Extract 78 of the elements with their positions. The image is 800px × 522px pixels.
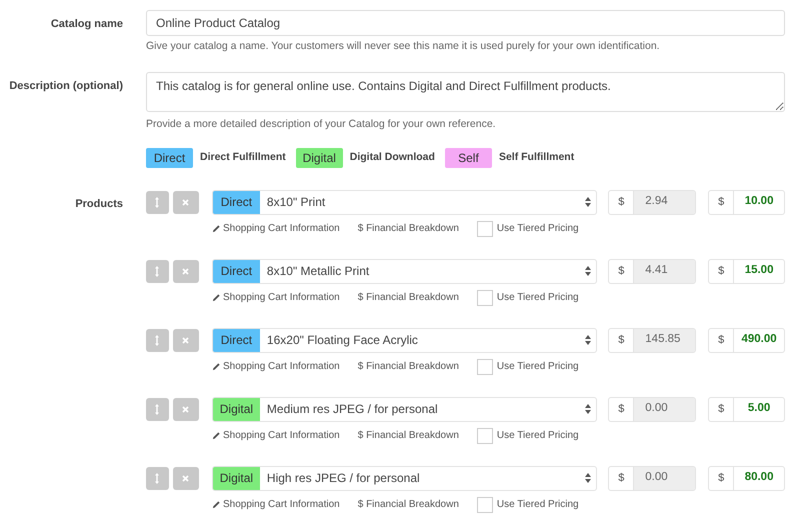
product-name: 8x10" Metallic Print [266,263,370,280]
help-text: Provide a more detailed description of your Catalog for your own reference. [146,116,497,132]
product-name: 8x10" Print [266,194,326,211]
field-label: Products [75,198,123,210]
vertical-arrows-icon [155,266,160,276]
vertical-arrows-icon [155,404,160,414]
close-icon [182,474,190,482]
catalog-name-field[interactable]: Online Product Catalog [146,10,785,36]
reorder-button[interactable] [146,398,169,420]
product-name: Medium res JPEG / for personal [266,401,439,418]
reorder-button[interactable] [146,260,169,282]
checkbox-label: Use Tiered Pricing [496,498,579,512]
fulfillment-tag: Direct [146,148,193,168]
remove-button[interactable] [172,328,199,352]
checkbox-label: Use Tiered Pricing [496,360,579,374]
field-label: Description (optional) [9,80,123,92]
select-arrows-icon [585,197,592,207]
checkbox-label: Use Tiered Pricing [496,291,579,305]
checkbox[interactable] [476,358,493,374]
pencil-icon [212,293,221,302]
product-name: High res JPEG / for personal [266,470,421,487]
select-arrows-icon [585,473,592,483]
select-arrows-icon [585,266,592,276]
legend-label: Direct Fulfillment [200,150,286,165]
checkbox[interactable] [476,496,493,512]
product-select[interactable]: Direct 16x20" Floating Face Acrylic [212,328,598,352]
financial-breakdown-link[interactable]: $ Financial Breakdown [358,221,459,236]
checkbox[interactable] [476,428,493,444]
legend-label: Digital Download [350,150,435,165]
field-label: Catalog name [50,18,123,30]
help-text: Give your catalog a name. Your customers will never see this name it is used purely for your own identification. [146,39,661,54]
pencil-icon [212,500,221,509]
select-arrows-icon [585,335,592,345]
vertical-arrows-icon [155,196,160,208]
shopping-cart-link[interactable]: Shopping Cart Information [223,221,340,236]
pencil-icon [212,431,221,440]
remove-button[interactable] [172,260,199,282]
shopping-cart-link[interactable]: Shopping Cart Information [223,497,340,512]
shopping-cart-link[interactable]: Shopping Cart Information [223,290,340,305]
close-icon [182,336,190,344]
remove-button[interactable] [172,190,199,214]
reorder-button[interactable] [146,190,169,214]
close-icon [182,198,190,206]
fulfillment-tag: Direct [212,328,260,352]
reorder-button[interactable] [146,466,169,490]
financial-breakdown-link[interactable]: $ Financial Breakdown [358,497,459,512]
checkbox[interactable] [476,290,493,306]
product-select[interactable]: Digital High res JPEG / for personal [212,466,598,490]
fulfillment-tag: Digital [212,466,260,490]
remove-button[interactable] [172,398,199,420]
shopping-cart-link[interactable]: Shopping Cart Information [223,428,340,443]
fulfillment-tag: Direct [212,260,260,282]
close-icon [182,406,190,412]
financial-breakdown-link[interactable]: $ Financial Breakdown [358,290,459,305]
legend-label: Self Fulfillment [498,150,574,165]
checkbox-label: Use Tiered Pricing [496,222,579,236]
product-select[interactable]: Direct 8x10" Metallic Print [212,258,598,284]
fulfillment-tag: Digital [296,148,343,168]
select-arrows-icon [585,404,592,414]
pencil-icon [212,224,221,233]
close-icon [182,268,190,274]
fulfillment-tag: Digital [212,398,260,420]
fulfillment-tag: Direct [212,190,260,214]
vertical-arrows-icon [155,334,160,346]
checkbox-label: Use Tiered Pricing [496,429,579,443]
reorder-button[interactable] [146,328,169,352]
product-name: 16x20" Floating Face Acrylic [266,332,419,349]
financial-breakdown-link[interactable]: $ Financial Breakdown [358,359,459,374]
description-field[interactable]: This catalog is for general online use. Contains Digital and Direct Fulfillment products. [146,72,785,112]
shopping-cart-link[interactable]: Shopping Cart Information [223,359,340,374]
vertical-arrows-icon [155,472,160,484]
financial-breakdown-link[interactable]: $ Financial Breakdown [358,428,459,443]
product-select[interactable]: Digital Medium res JPEG / for personal [212,396,598,422]
remove-button[interactable] [172,466,199,490]
fulfillment-tag: Self [444,148,492,168]
pencil-icon [212,362,221,371]
product-select[interactable]: Direct 8x10" Print [212,190,598,214]
checkbox[interactable] [476,220,493,236]
